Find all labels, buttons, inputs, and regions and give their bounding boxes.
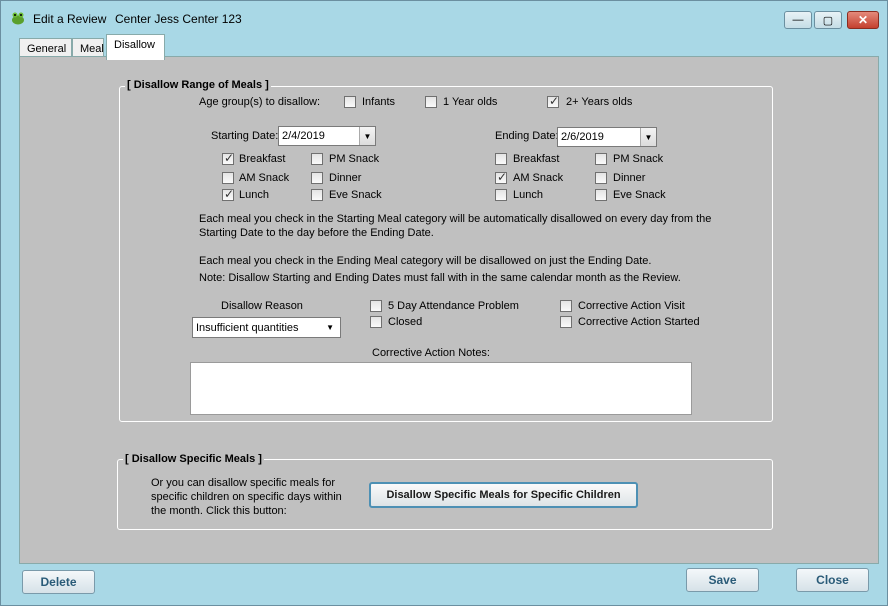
check-icon: ✓ (497, 170, 508, 184)
chevron-down-icon[interactable]: ▼ (359, 127, 375, 145)
reason-closed-label: Closed (388, 316, 423, 328)
disallow-specific-title: [ Disallow Specific Meals ] (123, 453, 264, 465)
disallow-panel: [ Disallow Range of Meals ] Age group(s)… (19, 56, 879, 564)
ending-date-label: Ending Date: (495, 130, 559, 142)
start-breakfast-label: Breakfast (239, 153, 286, 165)
end-lunch-checkbox[interactable] (495, 189, 507, 201)
tab-general[interactable]: General (19, 38, 72, 58)
ending-date-value: 2/6/2019 (561, 131, 604, 143)
disallow-reason-label: Disallow Reason (221, 300, 303, 312)
reason-cav-checkbox[interactable] (560, 300, 572, 312)
age-infants-checkbox[interactable] (344, 96, 356, 108)
start-lunch-checkbox[interactable]: ✓ (222, 187, 235, 201)
reason-cas-checkbox[interactable] (560, 316, 572, 328)
disallow-reason-select[interactable]: Insufficient quantities ▼ (192, 317, 341, 338)
app-frog-icon (12, 12, 24, 25)
start-amsnack-label: AM Snack (239, 172, 290, 184)
reason-5day-label: 5 Day Attendance Problem (388, 300, 519, 312)
edit-review-window: Edit a Review Center Jess Center 123 — ▢… (0, 0, 888, 606)
end-amsnack-checkbox[interactable]: ✓ (495, 170, 508, 184)
save-button[interactable]: Save (686, 568, 759, 592)
end-lunch-label: Lunch (513, 189, 543, 201)
check-icon: ✓ (549, 94, 560, 108)
delete-button[interactable]: Delete (22, 570, 95, 594)
start-dinner-label: Dinner (329, 172, 362, 184)
disallow-range-title: [ Disallow Range of Meals ] (125, 79, 271, 91)
reason-closed-checkbox[interactable] (370, 316, 382, 328)
corrective-notes-label: Corrective Action Notes: (372, 347, 490, 359)
info-text-line3: Each meal you check in the Ending Meal c… (199, 255, 652, 267)
age-1yr-checkbox[interactable] (425, 96, 437, 108)
start-lunch-label: Lunch (239, 189, 269, 201)
minimize-button[interactable]: — (784, 11, 812, 29)
specific-text-line3: the month. Click this button: (151, 505, 287, 517)
chevron-down-icon[interactable]: ▼ (640, 128, 656, 146)
start-pmsnack-checkbox[interactable] (311, 153, 323, 165)
end-breakfast-label: Breakfast (513, 153, 560, 165)
end-evesnack-label: Eve Snack (613, 189, 666, 201)
end-amsnack-label: AM Snack (513, 172, 564, 184)
info-text-line4: Note: Disallow Starting and Ending Dates… (199, 272, 681, 284)
start-breakfast-checkbox[interactable]: ✓ (222, 151, 235, 165)
title-bar[interactable]: Edit a Review Center Jess Center 123 — ▢… (1, 1, 887, 35)
starting-date-label: Starting Date: (211, 130, 279, 142)
end-dinner-label: Dinner (613, 172, 646, 184)
starting-date-value: 2/4/2019 (282, 130, 325, 142)
age-group-label: Age group(s) to disallow: (199, 96, 321, 108)
starting-date-picker[interactable]: 2/4/2019 ▼ (278, 126, 376, 146)
check-icon: ✓ (224, 187, 235, 201)
end-pmsnack-checkbox[interactable] (595, 153, 607, 165)
info-text-line1: Each meal you check in the Starting Meal… (199, 213, 712, 225)
reason-cav-label: Corrective Action Visit (578, 300, 685, 312)
close-window-button[interactable]: ✕ (847, 11, 879, 29)
chevron-down-icon: ▼ (326, 323, 334, 332)
reason-cas-label: Corrective Action Started (578, 316, 700, 328)
close-button[interactable]: Close (796, 568, 869, 592)
close-icon: ✕ (857, 13, 869, 27)
end-pmsnack-label: PM Snack (613, 153, 664, 165)
ending-date-picker[interactable]: 2/6/2019 ▼ (557, 127, 657, 147)
end-evesnack-checkbox[interactable] (595, 189, 607, 201)
age-infants-label: Infants (362, 96, 396, 108)
maximize-icon: ▢ (822, 14, 834, 27)
corrective-notes-textarea[interactable] (190, 362, 692, 415)
window-subtitle: Center Jess Center 123 (115, 12, 242, 26)
disallow-specific-meals-button[interactable]: Disallow Specific Meals for Specific Chi… (369, 482, 638, 508)
disallow-reason-value: Insufficient quantities (196, 322, 299, 334)
end-breakfast-checkbox[interactable] (495, 153, 507, 165)
end-dinner-checkbox[interactable] (595, 172, 607, 184)
start-dinner-checkbox[interactable] (311, 172, 323, 184)
start-amsnack-checkbox[interactable] (222, 172, 234, 184)
start-evesnack-label: Eve Snack (329, 189, 382, 201)
age-2plus-label: 2+ Years olds (566, 96, 633, 108)
specific-text-line2: specific children on specific days withi… (151, 491, 342, 503)
tab-disallow[interactable]: Disallow (106, 34, 165, 60)
start-pmsnack-label: PM Snack (329, 153, 380, 165)
specific-text-line1: Or you can disallow specific meals for (151, 477, 336, 489)
age-1yr-label: 1 Year olds (443, 96, 498, 108)
info-text-line2: Starting Date to the day before the Endi… (199, 227, 434, 239)
reason-5day-checkbox[interactable] (370, 300, 382, 312)
check-icon: ✓ (224, 151, 235, 165)
age-2plus-checkbox[interactable]: ✓ (547, 94, 560, 108)
maximize-button[interactable]: ▢ (814, 11, 842, 29)
window-title: Edit a Review (33, 12, 107, 26)
minimize-icon: — (792, 14, 804, 26)
start-evesnack-checkbox[interactable] (311, 189, 323, 201)
tab-meal[interactable]: Meal (72, 38, 104, 58)
